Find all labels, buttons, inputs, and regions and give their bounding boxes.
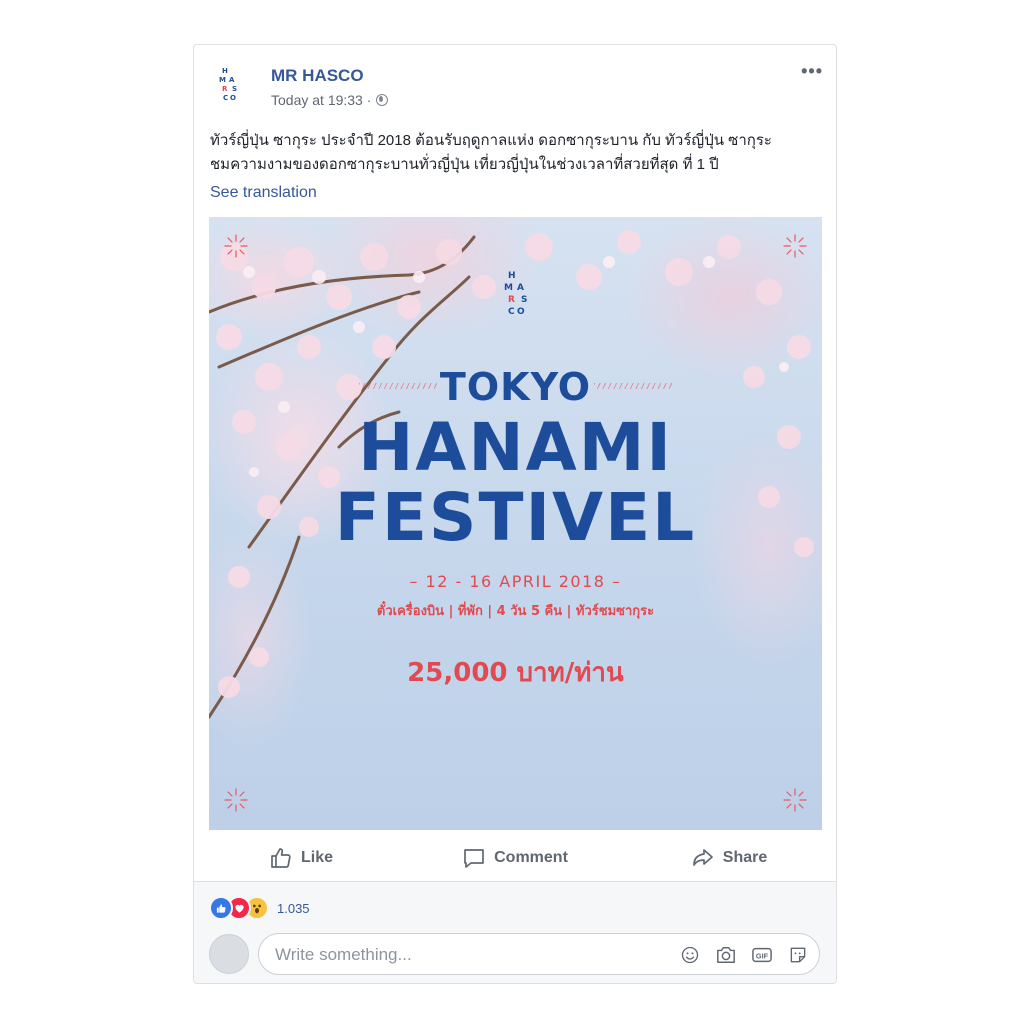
firework-icon bbox=[224, 234, 248, 258]
reaction-count[interactable]: 1.035 bbox=[277, 901, 310, 916]
post-text-line: ชมความงามของดอกซากุระบานทั่วญี่ปุ่น เที่… bbox=[210, 156, 719, 173]
headline-festivel: FESTIVEL bbox=[334, 479, 697, 556]
see-translation-link[interactable]: See translation bbox=[210, 184, 317, 202]
more-options-icon[interactable]: ••• bbox=[801, 61, 823, 82]
thumbs-up-icon bbox=[271, 848, 291, 868]
like-label: Like bbox=[300, 849, 333, 866]
like-button[interactable]: Like bbox=[194, 835, 408, 881]
emoji-icon[interactable] bbox=[679, 944, 701, 966]
post-text-line: ทัวร์ญี่ปุ่น ซากุระ ประจำปี 2018 ต้อนรับ… bbox=[210, 132, 772, 149]
comment-input[interactable] bbox=[273, 943, 657, 967]
post-timestamp[interactable]: Today at 19:33 · bbox=[271, 92, 371, 108]
user-avatar bbox=[209, 934, 249, 974]
headline-hanami: HANAMI bbox=[358, 409, 673, 486]
share-label: Share bbox=[722, 849, 768, 866]
firework-icon bbox=[783, 234, 807, 258]
firework-icon bbox=[224, 788, 248, 812]
firework-icon bbox=[783, 788, 807, 812]
package-price: 25,000 บาท/ท่าน bbox=[407, 658, 624, 688]
comment-bubble-icon bbox=[464, 849, 484, 868]
share-button[interactable]: Share bbox=[622, 835, 836, 881]
reactions-summary[interactable]: 1.035 bbox=[209, 896, 310, 920]
like-icon bbox=[209, 896, 233, 920]
svg-text:GIF: GIF bbox=[756, 952, 769, 961]
event-dates: – 12 - 16 APRIL 2018 – bbox=[409, 572, 622, 591]
page-avatar[interactable]: H M A R S C O bbox=[212, 65, 252, 105]
hasco-logo: H M A R S C O bbox=[219, 67, 238, 102]
post-footer: 1.035 GIF bbox=[194, 882, 836, 983]
post-header: H M A R S C O MR HASCO Today at 19:33 · … bbox=[194, 45, 836, 125]
post-image[interactable]: H M A R S C O TOKYO HANAMI FESTIVEL – 12… bbox=[209, 217, 822, 830]
headline-tokyo: TOKYO bbox=[439, 365, 592, 409]
page-name-link[interactable]: MR HASCO bbox=[271, 66, 364, 86]
comment-button[interactable]: Comment bbox=[408, 835, 622, 881]
gif-icon[interactable]: GIF bbox=[751, 944, 773, 966]
comment-label: Comment bbox=[494, 849, 568, 866]
share-arrow-icon bbox=[692, 849, 713, 866]
post-text: ทัวร์ญี่ปุ่น ซากุระ ประจำปี 2018 ต้อนรับ… bbox=[210, 129, 815, 177]
comment-box-icons: GIF bbox=[679, 944, 809, 966]
camera-icon[interactable] bbox=[715, 944, 737, 966]
post-meta: Today at 19:33 · bbox=[271, 92, 389, 108]
package-details: ตั๋วเครื่องบิน | ที่พัก | 4 วัน 5 คืน | … bbox=[376, 604, 655, 619]
sticker-icon[interactable] bbox=[787, 944, 809, 966]
image-hasco-logo: H M A R S C O bbox=[504, 271, 528, 317]
post-card: H M A R S C O MR HASCO Today at 19:33 · … bbox=[193, 44, 837, 984]
post-actions: Like Comment Share bbox=[194, 835, 836, 882]
comment-box[interactable]: GIF bbox=[258, 933, 820, 975]
globe-icon bbox=[376, 94, 389, 106]
